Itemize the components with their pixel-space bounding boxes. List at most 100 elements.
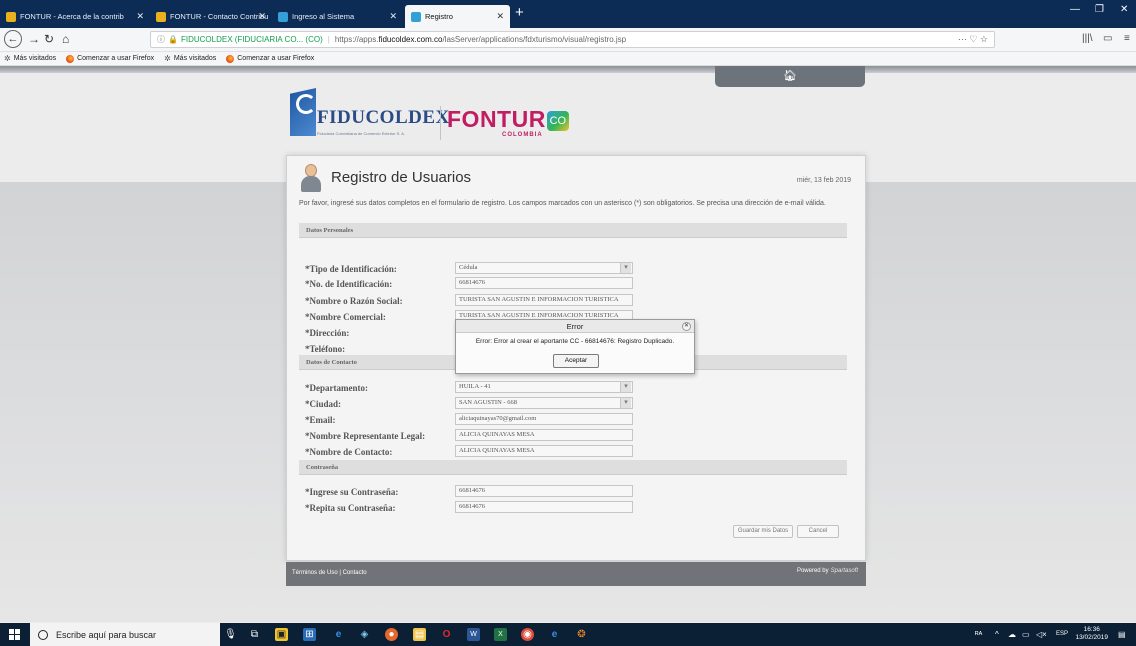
field-label: *Tipo de Identificación: <box>305 264 397 274</box>
taskbar: Escribe aquí para buscar 🎙︎ ⧉ ▣ ⊞ e ◈ ● … <box>0 623 1136 646</box>
url-bar[interactable]: ⓘ 🔒 FIDUCOLDEX (FIDUCIARIA CO... (CO) | … <box>150 31 995 48</box>
tab-registro[interactable]: Registro ✕ <box>405 5 510 28</box>
user-icon <box>301 164 321 192</box>
bookmark-comenzar-firefox[interactable]: Comenzar a usar Firefox <box>66 54 154 63</box>
field-tipo-id: *Tipo de Identificación: Cédula <box>305 262 845 276</box>
clock[interactable]: 16:36 13/02/2019 <box>1075 626 1108 642</box>
home-tab-button[interactable]: 🏠︎ <box>715 66 865 87</box>
fontur-favicon-icon <box>278 11 288 22</box>
fiducoldex-mark-icon <box>290 88 316 136</box>
cancel-button[interactable]: Cancel <box>797 525 839 538</box>
chrome-icon[interactable]: ◉ <box>521 628 534 641</box>
password-input[interactable]: 66814676 <box>455 485 633 497</box>
taskbar-search[interactable]: Escribe aquí para buscar <box>30 623 220 646</box>
chevron-up-icon[interactable]: ^ <box>995 630 999 639</box>
contacto-input[interactable]: ALICIA QUINAYAS MESA <box>455 445 633 457</box>
bookmarks-bar: ✲ Más visitados Comenzar a usar Firefox ✲… <box>0 52 1136 66</box>
file-explorer-icon[interactable]: ▤ <box>413 628 426 641</box>
field-label: *Repita su Contraseña: <box>305 503 396 513</box>
language-indicator[interactable]: ESP <box>1056 631 1068 637</box>
field-label: *Dirección: <box>305 328 350 338</box>
word-icon[interactable]: W <box>467 628 480 641</box>
sidebar-icon[interactable]: ▭ <box>1103 33 1112 44</box>
fontur-wordmark: FONTUR <box>447 106 546 132</box>
info-icon[interactable]: ⓘ <box>157 34 165 45</box>
close-icon[interactable]: ✕ <box>389 11 397 22</box>
app-icon[interactable]: ❂ <box>575 628 588 641</box>
save-data-button[interactable]: Guardar mis Datos <box>733 525 793 538</box>
field-label: *Departamento: <box>305 383 368 393</box>
internet-explorer-icon[interactable]: e <box>332 628 345 641</box>
task-view-icon[interactable]: ⧉ <box>248 628 261 641</box>
close-window-icon[interactable]: ✕ <box>1120 4 1128 15</box>
close-icon[interactable]: ✕ <box>136 11 144 22</box>
field-label: *Nombre Representante Legal: <box>305 431 426 441</box>
page-actions[interactable]: ··· ♡ ☆ <box>958 34 988 45</box>
tipo-id-select[interactable]: Cédula <box>455 262 633 274</box>
gear-icon: ✲ <box>164 54 171 63</box>
fontur-favicon-icon <box>411 11 421 22</box>
fiducoldex-wordmark: FIDUCOLDEX <box>317 107 450 128</box>
field-label: *Ingrese su Contraseña: <box>305 487 399 497</box>
ciudad-select[interactable]: SAN AGUSTIN - 668 <box>455 397 633 409</box>
media-icon[interactable]: ◈ <box>358 628 371 641</box>
bookmark-comenzar-firefox[interactable]: Comenzar a usar Firefox <box>226 54 314 63</box>
people-icon[interactable]: ᴿᴬ <box>975 630 982 639</box>
forward-button[interactable]: → <box>28 32 40 46</box>
cloud-icon[interactable]: ☁ <box>1008 630 1016 639</box>
field-label: *No. de Identificación: <box>305 279 393 289</box>
volume-icon[interactable]: ◁× <box>1036 630 1047 639</box>
accept-button[interactable]: Aceptar <box>553 354 599 368</box>
tab-contacto[interactable]: FONTUR - Contacto Contribu ✕ <box>150 5 272 28</box>
home-icon[interactable]: 🏠︎ <box>783 70 797 82</box>
library-icon[interactable]: |||\ <box>1082 33 1093 44</box>
gear-icon: ✲ <box>4 54 11 63</box>
edge-icon[interactable]: e <box>548 628 561 641</box>
opera-icon[interactable]: O <box>440 628 453 641</box>
tab-title: Registro <box>425 12 453 21</box>
email-input[interactable]: aliciaquinayas70@gmail.com <box>455 413 633 425</box>
field-label: *Nombre Comercial: <box>305 312 386 322</box>
footer-links[interactable]: Términos de Uso | Contacto <box>292 570 367 576</box>
field-nombre: *Nombre o Razón Social: TURISTA SAN AGUS… <box>305 294 845 308</box>
fontur-logo: FONTUR CO COLOMBIA <box>447 106 577 146</box>
field-label: *Email: <box>305 415 336 425</box>
nombre-input[interactable]: TURISTA SAN AGUSTIN E INFORMACION TURIST… <box>455 294 633 306</box>
menu-icon[interactable]: ≡ <box>1124 33 1130 44</box>
representante-input[interactable]: ALICIA QUINAYAS MESA <box>455 429 633 441</box>
departamento-select[interactable]: HUILA - 41 <box>455 381 633 393</box>
network-folder-icon[interactable]: ⊞ <box>303 628 316 641</box>
bookmark-mas-visitados[interactable]: ✲ Más visitados <box>164 54 216 63</box>
notifications-icon[interactable]: ▤ <box>1118 630 1126 639</box>
tab-ingreso[interactable]: Ingreso al Sistema ✕ <box>272 5 403 28</box>
field-label: *Nombre o Razón Social: <box>305 296 403 306</box>
home-icon[interactable]: ⌂ <box>62 32 69 46</box>
tab-acerca[interactable]: FONTUR - Acerca de la contrib ✕ <box>0 5 150 28</box>
reload-button[interactable]: ↻ <box>44 32 54 46</box>
back-button[interactable]: ← <box>4 30 22 48</box>
excel-icon[interactable]: X <box>494 628 507 641</box>
field-email: *Email: aliciaquinayas70@gmail.com <box>305 413 845 427</box>
bookmark-mas-visitados[interactable]: ✲ Más visitados <box>4 54 56 63</box>
password-confirm-input[interactable]: 66814676 <box>455 501 633 513</box>
restore-icon[interactable]: ❐ <box>1095 4 1104 15</box>
store-icon[interactable]: ▣ <box>275 628 288 641</box>
dialog-title: Error <box>456 320 694 333</box>
site-identity[interactable]: FIDUCOLDEX (FIDUCIARIA CO... (CO) <box>181 35 323 44</box>
minimize-icon[interactable]: — <box>1070 4 1080 15</box>
close-icon[interactable]: ✕ <box>258 11 266 22</box>
firefox-icon[interactable]: ● <box>385 628 398 641</box>
close-icon[interactable]: ✕ <box>682 322 691 331</box>
new-tab-button[interactable]: + <box>515 4 524 21</box>
top-strip <box>0 66 1136 73</box>
microphone-icon[interactable]: 🎙︎ <box>224 628 237 641</box>
num-id-input[interactable]: 66814676 <box>455 277 633 289</box>
close-icon[interactable]: ✕ <box>496 11 504 22</box>
field-pass2: *Repita su Contraseña: 66814676 <box>305 501 845 515</box>
url-host: fiducoldex.com.co <box>378 35 443 44</box>
lock-icon: 🔒 <box>168 35 178 44</box>
field-departamento: *Departamento: HUILA - 41 <box>305 381 845 395</box>
network-icon[interactable]: ▭ <box>1022 630 1030 639</box>
field-label: *Nombre de Contacto: <box>305 447 393 457</box>
windows-start-icon[interactable] <box>9 629 21 640</box>
